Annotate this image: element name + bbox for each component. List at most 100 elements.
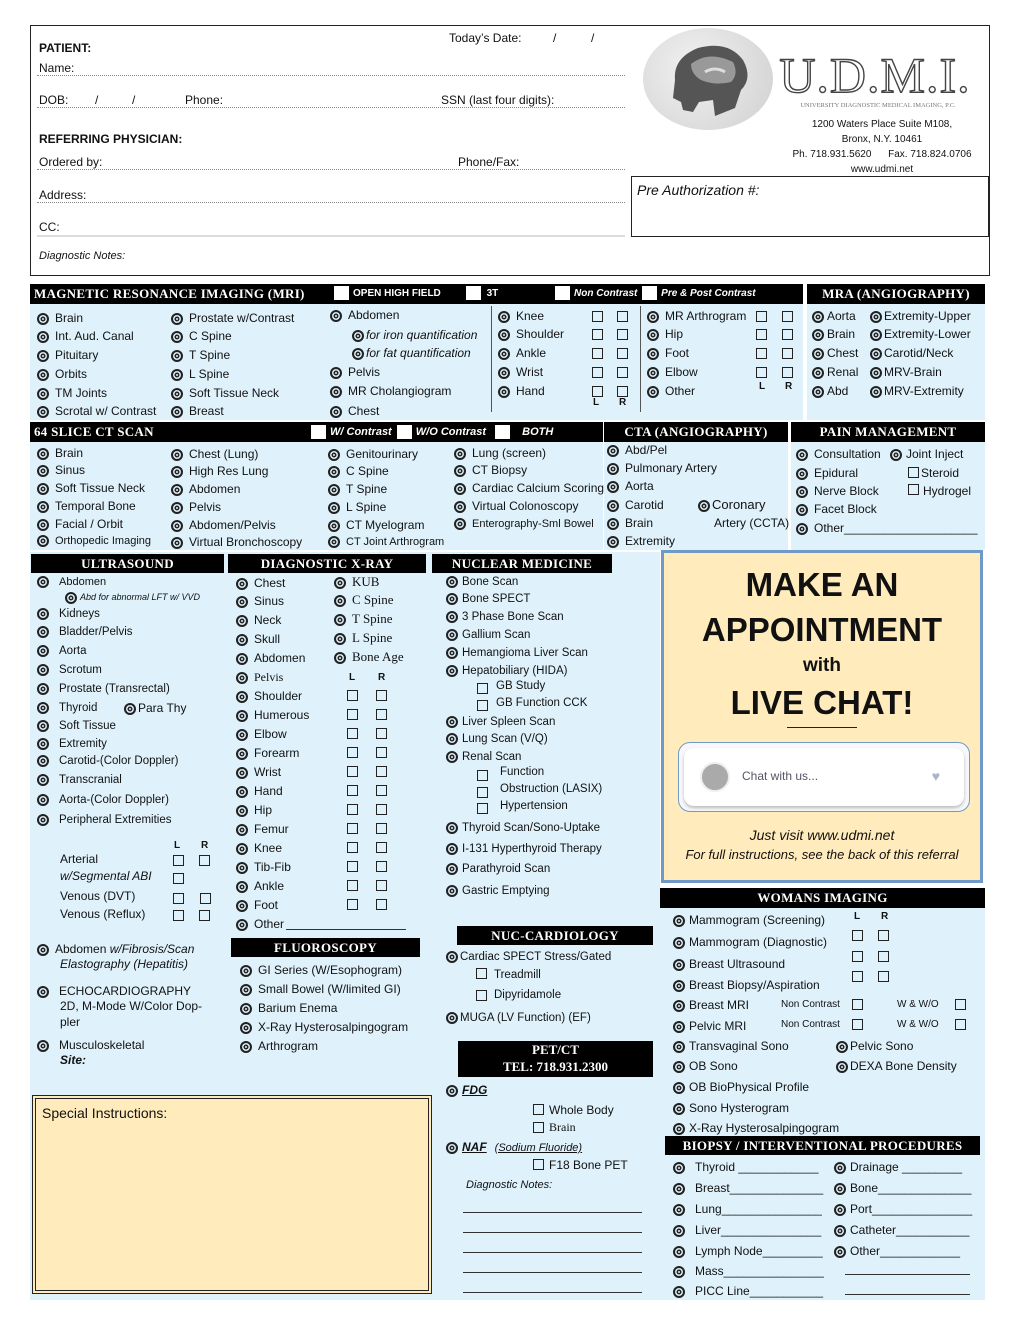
cta-coronary[interactable]: Coronary [698, 497, 765, 513]
mri-left-checkbox[interactable] [756, 348, 767, 359]
ultrasound-bladder-pelvis[interactable]: Bladder/Pelvis [37, 624, 133, 640]
treadmill-checkbox[interactable] [476, 968, 487, 979]
mri-right-checkbox[interactable] [782, 348, 793, 359]
radio-button-icon[interactable] [37, 754, 49, 767]
nuclear-gallium-scan[interactable]: Gallium Scan [446, 627, 530, 643]
pet-fdg[interactable]: FDG [446, 1082, 487, 1098]
radio-button-icon[interactable] [37, 464, 49, 477]
radio-button-icon[interactable] [37, 773, 49, 786]
ct-facial-orbit[interactable]: Facial / Orbit [37, 516, 123, 532]
radio-button-icon[interactable] [870, 366, 882, 379]
open-high-field-checkbox[interactable] [334, 286, 349, 301]
radio-button-icon[interactable] [171, 536, 183, 549]
mri-breast[interactable]: Breast [171, 403, 224, 419]
radio-button-icon[interactable] [673, 914, 685, 927]
xray-left-checkbox[interactable] [347, 728, 358, 739]
radio-button-icon[interactable] [446, 628, 458, 641]
radio-button-icon[interactable] [171, 501, 183, 514]
womans-dexa-bone-density[interactable]: DEXA Bone Density [836, 1058, 957, 1074]
radio-button-icon[interactable] [446, 1084, 458, 1097]
radio-button-icon[interactable] [236, 633, 248, 646]
ct-pelvis[interactable]: Pelvis [171, 499, 221, 515]
chat-input[interactable]: Chat with us... ♥ [684, 748, 964, 806]
radio-button-icon[interactable] [328, 448, 340, 461]
mri-for-iron-quantification[interactable]: for iron quantification [352, 327, 477, 343]
xray-right-checkbox[interactable] [376, 747, 387, 758]
special-instructions-box[interactable]: Special Instructions: [32, 1095, 432, 1294]
xray-other-line[interactable] [286, 929, 406, 930]
radio-button-icon[interactable] [236, 785, 248, 798]
radio-button-icon[interactable] [673, 1060, 685, 1073]
womans-right-checkbox[interactable] [878, 930, 889, 941]
xray-left-checkbox[interactable] [347, 899, 358, 910]
mri-right-checkbox[interactable] [782, 367, 793, 378]
ct-cardiac-calcium-scoring[interactable]: Cardiac Calcium Scoring [454, 480, 604, 496]
radio-button-icon[interactable] [352, 329, 364, 342]
ct-high-res-lung[interactable]: High Res Lung [171, 463, 268, 479]
ultrasound-carotid-color-doppler[interactable]: Carotid-(Color Doppler) [37, 753, 179, 769]
radio-button-icon[interactable] [37, 682, 49, 695]
ultrasound-fibrosis-abdomen[interactable]: Abdomen w/Fibrosis/Scan [37, 941, 194, 957]
womans-left-checkbox[interactable] [852, 951, 863, 962]
radio-button-icon[interactable] [673, 979, 685, 992]
radio-button-icon[interactable] [65, 591, 77, 604]
venous-reflux-left-checkbox[interactable] [173, 910, 184, 921]
ultrasound-kidneys[interactable]: Kidneys [37, 606, 100, 622]
xray-right-checkbox[interactable] [376, 823, 387, 834]
cta-abd-pel[interactable]: Abd/Pel [607, 442, 667, 458]
pain-nerve-block[interactable]: Nerve Block [796, 483, 879, 499]
chat-widget[interactable]: Chat with us... ♥ [678, 742, 970, 812]
mra-mrv-brain[interactable]: MRV-Brain [870, 364, 942, 380]
pelvic-mri-w-wo-checkbox[interactable] [955, 1019, 966, 1030]
xray-t-spine[interactable]: T Spine [334, 611, 393, 627]
xray-left-checkbox[interactable] [347, 861, 358, 872]
pre-authorization-box[interactable]: Pre Authorization #: [631, 176, 989, 237]
3t-checkbox[interactable] [465, 286, 481, 301]
ultrasound-scrotum[interactable]: Scrotum [37, 662, 102, 678]
radio-button-icon[interactable] [37, 535, 49, 548]
radio-button-icon[interactable] [673, 1081, 685, 1094]
radio-button-icon[interactable] [240, 1002, 252, 1015]
radio-button-icon[interactable] [446, 715, 458, 728]
radio-button-icon[interactable] [37, 312, 49, 325]
radio-button-icon[interactable] [836, 1040, 848, 1053]
radio-button-icon[interactable] [236, 577, 248, 590]
pain-other[interactable]: Other____________________ [796, 520, 978, 536]
mri-wrist[interactable]: Wrist [498, 364, 543, 380]
mri-brain[interactable]: Brain [37, 310, 83, 326]
mri-pituitary[interactable]: Pituitary [37, 347, 98, 363]
radio-button-icon[interactable] [446, 592, 458, 605]
ultrasound-msk-musculoskeletal[interactable]: Musculoskeletal [37, 1037, 144, 1053]
cc-field[interactable]: CC: [37, 219, 625, 237]
radio-button-icon[interactable] [240, 1021, 252, 1034]
mra-extremity-lower[interactable]: Extremity-Lower [870, 326, 971, 342]
biopsy-breast[interactable]: Breast______________ [673, 1180, 823, 1196]
womans-breast-mri[interactable]: Breast MRI [673, 997, 749, 1013]
radio-button-icon[interactable] [37, 793, 49, 806]
radio-button-icon[interactable] [236, 804, 248, 817]
radio-button-icon[interactable] [607, 517, 619, 530]
ct-both-checkbox[interactable] [495, 425, 511, 440]
radio-button-icon[interactable] [870, 328, 882, 341]
womans-ob-biophysical-profile[interactable]: OB BioPhysical Profile [673, 1079, 809, 1095]
pet-naf[interactable]: NAF (Sodium Fluoride) [446, 1139, 582, 1156]
dipyridamole-checkbox[interactable] [476, 990, 487, 1001]
mri-left-checkbox[interactable] [592, 386, 603, 397]
xray-humerous[interactable]: Humerous [236, 707, 309, 723]
ct-temporal-bone[interactable]: Temporal Bone [37, 498, 136, 514]
mri-right-checkbox[interactable] [617, 311, 628, 322]
radio-button-icon[interactable] [37, 813, 49, 826]
mri-prostate-w-contrast[interactable]: Prostate w/Contrast [171, 310, 294, 326]
xray-sinus[interactable]: Sinus [236, 593, 284, 609]
mri-mr-arthrogram[interactable]: MR Arthrogram [647, 308, 746, 324]
biopsy-blank-line[interactable] [845, 1274, 970, 1275]
ct-lung-screen[interactable]: Lung (screen) [454, 445, 546, 461]
nuclear-bone-scan[interactable]: Bone Scan [446, 574, 518, 590]
radio-button-icon[interactable] [446, 950, 458, 963]
xray-left-checkbox[interactable] [347, 766, 358, 777]
ultrasound-echo-echocardiography[interactable]: ECHOCARDIOGRAPHY [37, 983, 191, 999]
xray-skull[interactable]: Skull [236, 631, 280, 647]
pelvic-mri-non-contrast-checkbox[interactable] [852, 1019, 863, 1030]
mra-mrv-extremity[interactable]: MRV-Extremity [870, 383, 964, 399]
radio-button-icon[interactable] [498, 328, 510, 341]
